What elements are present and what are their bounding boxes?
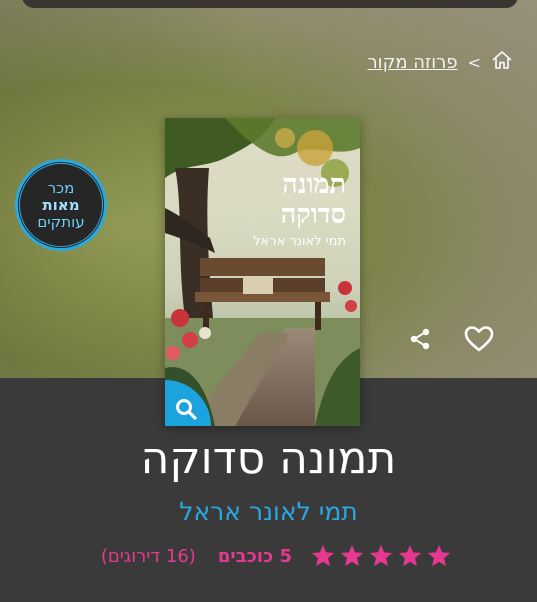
home-icon[interactable] [491,50,513,75]
top-bar [22,0,518,8]
cover-title-line-2: סדוקה [280,199,346,230]
rating-count[interactable]: (16 דירוגים) [101,546,196,567]
star-icon [427,544,451,567]
cover-title-line-1: תמונה [282,169,346,200]
rating-stars[interactable] [310,543,452,569]
share-button[interactable] [408,327,432,355]
book-title: תמונה סדוקה [140,433,397,484]
rating-row: 5 כוכבים (16 דירוגים) [92,543,452,569]
cover-illustration [165,118,360,426]
star-icon [340,544,364,567]
book-cover[interactable]: תמונה סדוקה תמי לאונר אראל [165,118,360,426]
star-icon [311,544,335,567]
cover-title: תמונה סדוקה [176,170,346,230]
favorite-button[interactable] [463,323,495,359]
heart-icon [464,326,494,352]
cover-author: תמי לאונר אראל [253,234,346,249]
star-icon [398,544,422,567]
breadcrumb-category-link[interactable]: פרוזה מקור [368,52,458,73]
author-link[interactable]: תמי לאונר אראל [0,497,537,526]
badge-inner-ring [19,163,103,247]
breadcrumb-separator: > [467,53,481,72]
search-icon [176,399,197,420]
rating-stars-label: 5 כוכבים [217,545,292,567]
star-icon [369,544,393,567]
breadcrumb: > פרוזה מקור [368,50,514,75]
share-icon [410,328,430,350]
